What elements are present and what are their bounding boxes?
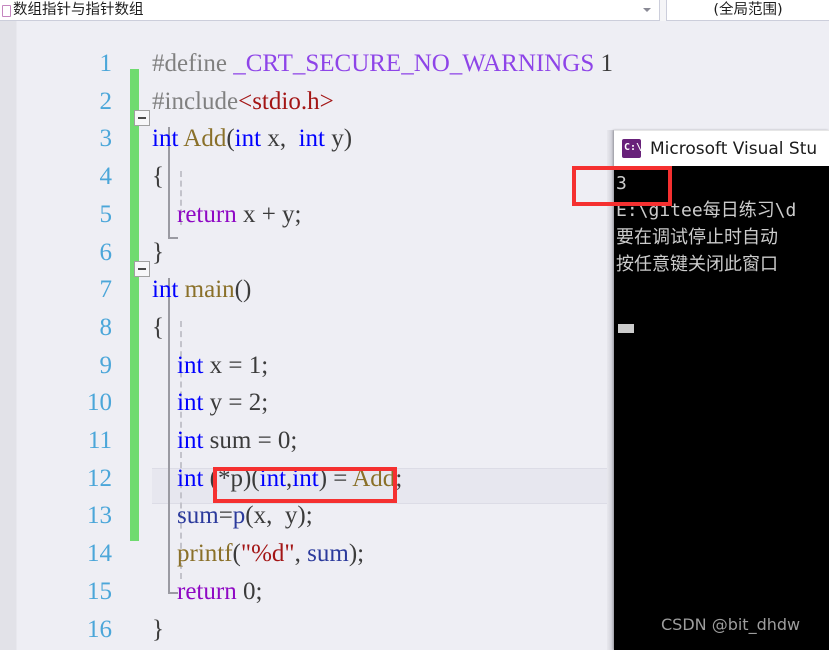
code-token: ); [348,540,365,567]
line-content[interactable]: return 0; [152,573,262,611]
code-token: int [152,125,179,152]
code-token: int [177,389,204,416]
annotation-rect-call-line [213,467,397,503]
code-token: x = 1; [203,352,269,379]
line-number: 12 [87,465,112,492]
line-number: 15 [87,578,112,605]
command-prompt-icon [622,139,642,158]
code-token: int [298,125,325,152]
code-token: main [184,276,235,303]
line-content[interactable]: int sum = 0; [152,422,297,460]
code-token: ( [226,125,235,152]
console-line: 按任意键关闭此窗口 [616,254,778,275]
code-token: #define [152,50,234,77]
code-token: p [232,502,246,529]
code-token: int [177,352,204,379]
code-token: <stdio.h> [238,88,334,115]
line-number: 5 [99,201,113,228]
line-content[interactable]: #include<stdio.h> [152,83,334,121]
line-content[interactable]: int x = 1; [152,347,268,385]
code-token: int [152,276,179,303]
block-cursor-icon [618,324,634,333]
line-content[interactable]: return x + y; [152,196,302,234]
watermark-text: CSDN @bit_dhdw [661,615,801,634]
code-token: } [152,616,164,643]
code-token: (x, y); [245,502,313,529]
line-content[interactable]: printf("%d", sum); [152,535,364,573]
file-document-icon [1,4,11,17]
code-line[interactable]: 1 #define _CRT_SECURE_NO_WARNINGS 1 [0,45,829,83]
line-number: 10 [87,389,112,416]
scope-selector-value: (全局范围) [713,1,783,18]
console-left-edge [607,130,614,650]
chevron-down-icon[interactable] [643,8,651,12]
document-selector-value: 数组指针与指针数组 [13,1,144,18]
code-token: int [234,125,262,152]
line-content[interactable]: int Add(int x, int y) [152,120,352,158]
code-token: "%d" [240,540,295,567]
code-token: sum = 0; [203,427,298,454]
code-token: x, [261,125,299,152]
code-token: } [152,239,164,266]
code-token: printf [177,540,233,567]
line-content[interactable]: } [152,611,164,649]
scope-selector-combo[interactable]: (全局范围) [666,0,829,21]
code-token: int [177,427,204,454]
code-token: x + y; [236,201,302,228]
console-window[interactable]: Microsoft Visual Stu 3 E:\gitee每日练习\d 要在… [614,130,829,650]
line-number: 14 [87,540,112,567]
code-line[interactable]: 2 #include<stdio.h> [0,83,829,121]
line-number: 6 [99,239,113,266]
code-token: return [177,201,237,228]
line-number: 3 [99,125,113,152]
code-token: () [234,276,252,303]
navigation-bar: 数组指针与指针数组 (全局范围) [0,0,829,21]
line-number: 4 [99,163,113,190]
line-content[interactable]: int y = 2; [152,384,268,422]
code-token: Add [183,125,227,152]
line-content[interactable]: { [152,309,164,347]
line-content[interactable]: } [152,234,164,272]
annotation-rect-console-output [572,166,672,206]
console-output: 3 E:\gitee每日练习\d 要在调试停止时自动 按任意键关闭此窗口 [614,166,829,650]
line-content[interactable]: { [152,158,164,196]
console-title: Microsoft Visual Stu [650,138,818,159]
line-content[interactable]: int main() [152,271,251,309]
code-token: { [152,314,164,341]
code-token: , [294,540,308,567]
code-token: ( [232,540,241,567]
code-token: #include [152,88,239,115]
code-token: y = 2; [203,389,269,416]
line-number: 11 [87,427,112,454]
code-token: = [218,502,233,529]
code-token: 0; [236,578,263,605]
line-number: 7 [99,276,113,303]
line-number: 16 [87,616,112,643]
console-line: 要在调试停止时自动 [616,227,778,248]
code-token: 1 [594,50,614,77]
console-titlebar[interactable]: Microsoft Visual Stu [614,130,829,166]
code-token: sum [177,502,219,529]
line-number: 8 [99,314,113,341]
code-token: int [177,465,204,492]
code-token: sum [307,540,349,567]
line-number: 13 [87,502,112,529]
code-token: y) [324,125,353,152]
line-number: 9 [99,352,113,379]
code-token: return [177,578,237,605]
line-number: 2 [99,88,113,115]
code-token: _CRT_SECURE_NO_WARNINGS [233,50,595,77]
line-content[interactable]: #define _CRT_SECURE_NO_WARNINGS 1 [152,45,613,83]
document-selector-combo[interactable]: 数组指针与指针数组 [0,0,660,21]
code-token: { [152,163,164,190]
line-number: 1 [99,50,113,77]
